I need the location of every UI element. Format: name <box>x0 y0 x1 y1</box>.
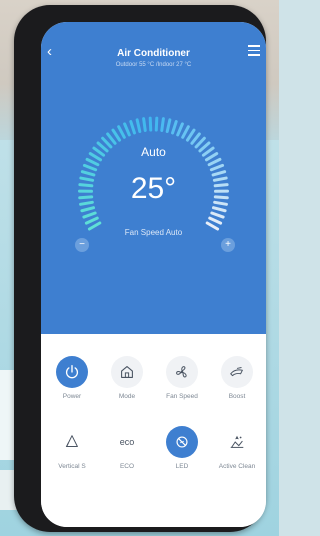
dial-tick <box>210 211 225 219</box>
dial-tick <box>185 128 196 142</box>
power-icon <box>56 356 88 388</box>
active-clean-label: Active Clean <box>218 463 256 470</box>
dial-tick <box>209 163 225 172</box>
boost-icon <box>221 356 253 388</box>
dial-tick <box>211 206 227 213</box>
active-clean-button[interactable]: Active Clean <box>209 426 265 470</box>
app-screen: ‹ Air Conditioner Outdoor 55 °C /Indoor … <box>41 22 266 527</box>
fan-speed-button[interactable]: Fan Speed <box>154 356 210 400</box>
vertical-swing-button[interactable]: Vertical S <box>44 426 100 470</box>
dial-tick <box>190 132 201 145</box>
vertical-swing-label: Vertical S <box>58 463 86 470</box>
mode-button[interactable]: Mode <box>99 356 155 400</box>
mode-label: Auto <box>141 145 166 159</box>
boost-button[interactable]: Boost <box>209 356 265 400</box>
fan-speed-label: Fan Speed Auto <box>124 228 183 237</box>
mode-label-button: Mode <box>118 393 136 400</box>
dial-tick <box>160 117 165 133</box>
fan-icon <box>166 356 198 388</box>
phone-frame: ‹ Air Conditioner Outdoor 55 °C /Indoor … <box>14 5 266 532</box>
dial-tick <box>82 211 97 219</box>
temperature-value: 25° <box>130 172 177 205</box>
dial-tick <box>80 206 96 213</box>
dial-tick <box>117 125 126 139</box>
dial-tick <box>154 116 159 132</box>
led-button[interactable]: LED <box>154 426 210 470</box>
fan-speed-label-button: Fan Speed <box>166 393 198 400</box>
dial-tick <box>85 157 100 167</box>
eco-button[interactable]: eco ECO <box>99 426 155 470</box>
dial-tick <box>111 128 122 142</box>
dial-tick <box>129 120 136 135</box>
status-panel: ‹ Air Conditioner Outdoor 55 °C /Indoor … <box>41 22 266 334</box>
active-clean-icon <box>221 426 253 458</box>
boost-label: Boost <box>228 393 246 400</box>
temperature-subtitle: Outdoor 55 °C /Indoor 27 °C <box>115 62 192 68</box>
vertical-swing-icon <box>56 426 88 458</box>
dial-tick <box>135 118 142 134</box>
dial-tick <box>176 122 184 137</box>
eco-label: ECO <box>119 463 135 470</box>
control-grid: Power Mode Fan Speed Boost Vertical S ec… <box>41 334 266 527</box>
dial-tick <box>106 132 117 145</box>
dial-tick <box>208 216 223 225</box>
dial-tick <box>123 122 131 137</box>
led-label: LED <box>175 463 189 470</box>
dial-tick <box>84 216 99 225</box>
home-icon <box>111 356 143 388</box>
power-button[interactable]: Power <box>44 356 100 400</box>
dial-tick <box>207 157 222 167</box>
dial-tick <box>165 118 172 134</box>
increase-temperature-button[interactable]: + <box>221 238 235 252</box>
dial-tick <box>148 116 153 132</box>
dial-tick <box>82 163 98 172</box>
eco-icon: eco <box>111 426 143 458</box>
dial-tick <box>171 120 178 135</box>
power-label: Power <box>62 393 82 400</box>
decrease-temperature-button[interactable]: − <box>75 238 89 252</box>
page-title: Air Conditioner <box>117 48 190 59</box>
led-icon <box>166 426 198 458</box>
dial-tick <box>181 125 190 139</box>
dial-tick <box>142 117 147 133</box>
